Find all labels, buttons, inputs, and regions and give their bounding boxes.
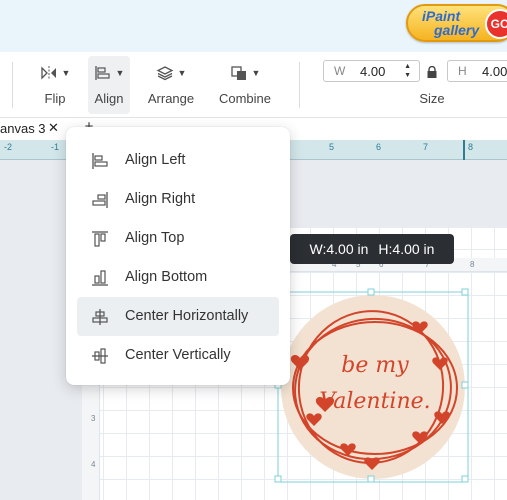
close-icon[interactable]: ✕	[48, 120, 59, 136]
align-icon	[94, 66, 110, 80]
menu-item-align-right[interactable]: Align Right	[77, 180, 279, 219]
chevron-down-icon: ▼	[61, 68, 71, 78]
menu-item-center-horizontally[interactable]: Center Horizontally	[77, 297, 279, 336]
ruler-tick: 6	[376, 142, 382, 152]
toolbar-divider	[299, 62, 300, 108]
ad-go-button[interactable]: GO	[485, 9, 507, 39]
width-field[interactable]: W 4.00 ▲ ▼	[323, 60, 420, 82]
combine-icon	[230, 66, 246, 80]
menu-item-center-vertically[interactable]: Center Vertically	[77, 336, 279, 375]
ruler-tick: 5	[329, 142, 335, 152]
tab-label: anvas 3	[0, 121, 46, 136]
align-left-icon	[92, 153, 108, 169]
center-horizontally-icon	[92, 309, 108, 325]
mat-tick: 8	[470, 260, 475, 269]
layers-icon	[156, 66, 173, 81]
tooltip-height: H:4.00 in	[378, 241, 435, 257]
ruler-position-marker	[463, 140, 465, 160]
chevron-down-icon: ▼	[115, 68, 125, 78]
ipaint-gallery-ad[interactable]: iPaint gallery GO	[406, 4, 507, 42]
menu-item-label: Align Left	[125, 152, 186, 168]
top-banner: iPaint gallery GO	[0, 0, 507, 52]
artwork-text-line2: Valentine.	[319, 389, 430, 414]
ruler-tick: 7	[423, 142, 429, 152]
ruler-tick: 8	[468, 142, 474, 152]
align-button[interactable]: ▼ Align	[88, 56, 130, 114]
ad-text-line2: gallery	[434, 22, 480, 38]
align-top-icon	[92, 231, 108, 247]
menu-item-align-top[interactable]: Align Top	[77, 219, 279, 258]
flip-label: Flip	[44, 91, 66, 106]
menu-item-label: Align Bottom	[125, 269, 208, 285]
width-value: 4.00	[360, 64, 386, 79]
menu-item-align-bottom[interactable]: Align Bottom	[77, 258, 279, 297]
width-stepper[interactable]: ▲ ▼	[404, 62, 411, 80]
flip-button[interactable]: ▼ Flip	[34, 56, 76, 114]
valentine-artwork[interactable]: be my Valentine.	[270, 284, 480, 494]
align-label: Align	[94, 91, 124, 106]
flip-icon	[40, 66, 56, 80]
height-value: 4.00	[482, 64, 507, 79]
artwork-text-line1: be my	[341, 353, 409, 378]
toolbar-divider	[12, 62, 13, 108]
menu-item-label: Center Vertically	[125, 347, 231, 363]
tooltip-width: W:4.00 in	[309, 241, 369, 257]
size-label: Size	[419, 91, 445, 106]
menu-item-label: Center Horizontally	[125, 308, 249, 324]
mat-tick: 4	[91, 460, 96, 469]
menu-item-label: Align Right	[125, 191, 196, 207]
arrange-button[interactable]: ▼ Arrange	[142, 56, 200, 114]
center-vertically-icon	[92, 348, 108, 364]
menu-item-align-left[interactable]: Align Left	[77, 141, 279, 180]
lock-icon[interactable]	[426, 66, 438, 78]
arrange-label: Arrange	[147, 91, 195, 106]
align-menu: Align Left Align Right Align Top Align B…	[66, 127, 290, 385]
menu-item-label: Align Top	[125, 230, 185, 246]
chevron-down-icon: ▼	[251, 68, 261, 78]
combine-label: Combine	[218, 91, 272, 106]
tab-canvas-3[interactable]: anvas 3	[0, 118, 46, 140]
chevron-down-icon: ▼	[177, 68, 187, 78]
object-toolbar: ▼ Flip ▼ Align ▼ Arrange ▼ Combine W 4.0…	[0, 52, 507, 118]
ruler-tick: -2	[4, 142, 13, 152]
align-bottom-icon	[92, 270, 108, 286]
size-tooltip: W:4.00 in H:4.00 in	[290, 234, 454, 264]
width-prefix: W	[334, 64, 346, 78]
align-right-icon	[92, 192, 108, 208]
height-prefix: H	[458, 64, 467, 78]
ruler-tick: -1	[51, 142, 60, 152]
height-field[interactable]: H 4.00	[447, 60, 507, 82]
combine-button[interactable]: ▼ Combine	[214, 56, 276, 114]
mat-tick: 3	[91, 414, 96, 423]
